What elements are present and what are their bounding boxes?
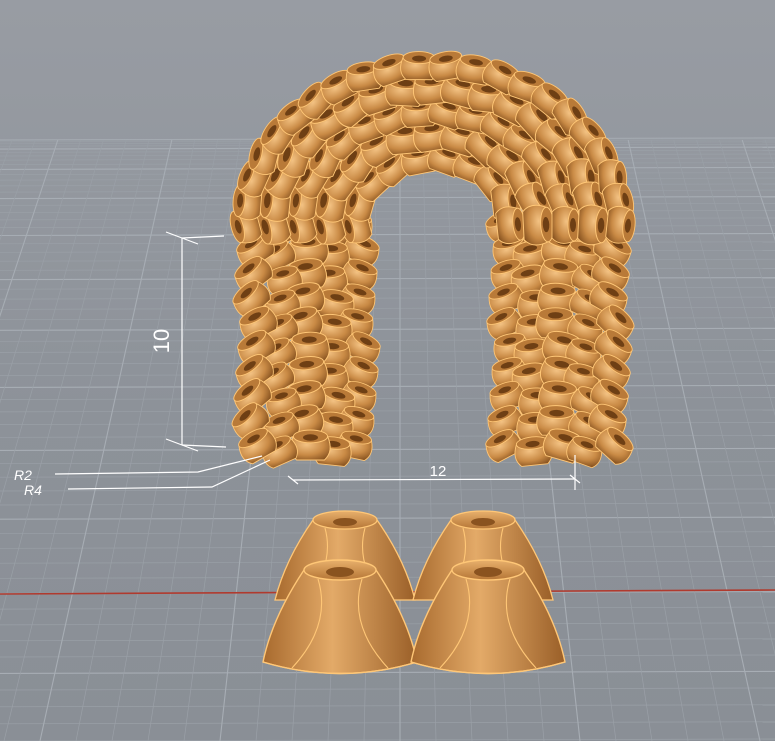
horseshoe-arch[interactable]	[227, 49, 639, 471]
grid-line	[0, 139, 59, 318]
grid-line	[0, 704, 775, 708]
radius-leaders	[54, 455, 271, 490]
grid-line	[0, 249, 775, 253]
grid-line	[0, 196, 775, 200]
grid-line	[764, 139, 775, 170]
grid-line	[0, 384, 775, 388]
radius-leader-inner	[54, 455, 263, 475]
grid-line	[0, 721, 775, 725]
grid-line	[0, 670, 775, 674]
grid-line	[0, 258, 775, 262]
height-dimension	[165, 231, 227, 452]
grid-line	[0, 687, 775, 691]
grid-line	[0, 210, 775, 213]
grid-line	[111, 139, 218, 741]
grid-line	[0, 373, 775, 376]
grid-line	[0, 327, 775, 331]
grid-line	[0, 461, 775, 465]
height-extension-top	[181, 235, 225, 239]
grid-line	[0, 502, 775, 506]
grid-line	[0, 422, 775, 425]
grid-line	[0, 267, 775, 271]
grid-line	[0, 516, 775, 520]
radius-inner-label: R2	[14, 467, 32, 483]
3d-viewport[interactable]: 10 12 R2 R4	[0, 0, 775, 741]
viewport-scene[interactable]: 10 12 R2 R4	[0, 0, 775, 741]
grid-line	[3, 139, 150, 741]
grid-line	[0, 139, 127, 621]
arch-cone-module	[522, 204, 555, 246]
grid-line	[0, 447, 775, 451]
grid-line	[0, 139, 81, 404]
height-dimension-value: 10	[149, 329, 174, 353]
radius-outer-label: R4	[24, 482, 42, 498]
grid-line	[0, 225, 775, 228]
grid-line	[75, 139, 196, 741]
grid-line	[0, 296, 775, 300]
grid-line	[0, 488, 775, 492]
grid-line	[696, 139, 775, 417]
grid-line	[673, 139, 775, 526]
grid-line	[0, 286, 775, 290]
arch-cone-module	[577, 204, 610, 246]
grid-line	[39, 139, 173, 741]
grid-line	[0, 350, 775, 353]
grid-line	[0, 203, 775, 206]
grid-line	[147, 139, 241, 741]
grid-line	[719, 139, 775, 323]
height-extension-bottom	[181, 444, 227, 448]
grid-line	[0, 217, 775, 221]
grid-line	[0, 317, 775, 321]
grid-line	[0, 531, 775, 535]
width-dimension-value: 12	[430, 463, 447, 480]
grid-line	[0, 306, 775, 310]
grid-line	[0, 189, 775, 193]
arch-cone-module	[551, 206, 581, 244]
grid-line	[0, 474, 775, 478]
grid-line	[0, 232, 775, 237]
grid-line	[0, 434, 775, 438]
grid-line	[650, 139, 775, 656]
grid-line	[0, 361, 775, 365]
grid-line	[0, 139, 104, 504]
grid-line	[627, 139, 761, 741]
arch-cone-module	[605, 205, 636, 244]
grid-line	[0, 241, 775, 245]
grid-line	[0, 338, 775, 342]
grid-line	[0, 397, 775, 400]
grid-line	[0, 139, 13, 174]
